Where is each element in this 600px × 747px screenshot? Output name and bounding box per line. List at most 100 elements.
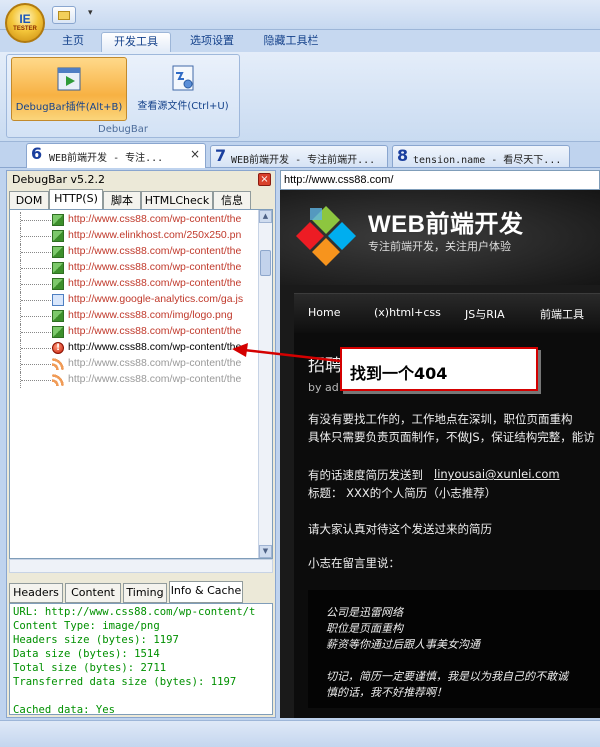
ribbon-tabs: 主页 开发工具 选项设置 隐藏工具栏 [0, 30, 600, 52]
group-label: DebugBar [98, 124, 148, 135]
quote-line: 职位是页面重构 [326, 622, 403, 635]
nav-js-ria[interactable]: JS与RIA [465, 306, 505, 322]
view-source-button[interactable]: 查看源文件(Ctrl+U) [131, 57, 235, 121]
tree-connector [20, 260, 51, 276]
info-line: Transferred data size (bytes): 1197 [13, 676, 237, 688]
close-icon[interactable]: × [258, 173, 271, 186]
request-url: http://www.css88.com/wp-content/the [68, 213, 242, 225]
request-row[interactable]: http://www.css88.com/wp-content/the [10, 244, 260, 260]
request-row[interactable]: http://www.css88.com/wp-content/the [10, 372, 260, 388]
tree-connector [20, 276, 51, 292]
request-row[interactable]: http://www.elinkhost.com/250x250.pn [10, 228, 260, 244]
tab-number: 7 [215, 146, 227, 165]
tab-timing[interactable]: Timing [123, 583, 167, 603]
article-byline: by ad [308, 381, 339, 394]
request-row[interactable]: http://www.css88.com/wp-content/the [10, 356, 260, 372]
ie-tester-logo-text: IE [19, 11, 31, 26]
paragraph: 小志在留言里说： [308, 556, 400, 570]
quote-line: 公司是迅雷网络 [326, 606, 403, 619]
request-url: http://www.css88.com/wp-content/the [68, 341, 242, 353]
tab-htmlcheck[interactable]: HTMLCheck [141, 191, 213, 209]
browser-tab-7[interactable]: 7 WEB前端开发 - 专注前端开... [210, 145, 388, 167]
address-bar[interactable]: http://www.css88.com/ [280, 170, 600, 190]
tree-connector [20, 228, 51, 244]
paragraph: 具体只需要负责页面制作，不做JS，保证结构完整，能访 [308, 430, 595, 444]
image-icon [52, 262, 64, 274]
panel-title: DebugBar v5.2.2 [12, 173, 105, 186]
site-logo-icon [296, 206, 356, 266]
debugbar-group: DebugBar插件(Alt+B) 查看源文件(Ctrl+U) DebugBar [6, 54, 240, 138]
request-row[interactable]: http://www.css88.com/img/logo.png [10, 308, 260, 324]
request-url: http://www.css88.com/wp-content/the [68, 357, 242, 369]
nav-xhtml-css[interactable]: (x)html+css [374, 306, 441, 319]
tab-dom[interactable]: DOM [9, 191, 49, 209]
quote-block: 公司是迅雷网络 职位是页面重构 薪资等你通过后跟人事美女沟通 切记，简历一定要谨… [308, 590, 600, 708]
tab-dev-tools[interactable]: 开发工具 [101, 32, 171, 52]
image-icon [52, 214, 64, 226]
view-source-label: 查看源文件(Ctrl+U) [137, 101, 229, 112]
tree-connector [20, 212, 51, 228]
scroll-up-icon[interactable]: ▲ [259, 210, 272, 223]
tab-http[interactable]: HTTP(S) [49, 189, 103, 209]
script-icon [52, 294, 64, 306]
app-menu-orb-button[interactable]: IE TESTER [5, 3, 45, 43]
quote-line: 切记，简历一定要谨慎，我是以为我自己的不敢诚 [326, 670, 568, 683]
tab-headers[interactable]: Headers [9, 583, 63, 603]
annotation-text: 找到一个404 [350, 364, 448, 383]
horizontal-scrollbar[interactable] [9, 559, 273, 573]
request-url: http://www.css88.com/img/logo.png [68, 309, 233, 321]
info-line: URL: http://www.css88.com/wp-content/t [13, 606, 256, 618]
article-heading[interactable]: 招聘 [308, 351, 342, 376]
request-row[interactable]: http://www.css88.com/wp-content/the [10, 276, 260, 292]
site-nav: Home (x)html+css JS与RIA 前端工具 [294, 293, 600, 333]
request-row[interactable]: http://www.css88.com/wp-content/the [10, 260, 260, 276]
request-row[interactable]: http://www.css88.com/wp-content/the [10, 212, 260, 228]
tab-title: WEB前端开发 - 专注... [49, 153, 164, 164]
browser-tab-8[interactable]: 8 tension.name - 看尽天下... [392, 145, 570, 167]
tab-options[interactable]: 选项设置 [176, 32, 248, 52]
nav-tools[interactable]: 前端工具 [540, 306, 584, 322]
tab-info[interactable]: 信息 [213, 191, 251, 209]
tab-number: 8 [397, 146, 409, 165]
request-url: http://www.css88.com/wp-content/the [68, 245, 242, 257]
image-icon [52, 326, 64, 338]
close-icon[interactable]: × [190, 147, 200, 161]
request-row[interactable]: http://www.css88.com/wp-content/the [10, 324, 260, 340]
debugbar-plugin-button[interactable]: DebugBar插件(Alt+B) [11, 57, 127, 121]
request-row[interactable]: http://www.google-analytics.com/ga.js [10, 292, 260, 308]
tab-title: WEB前端开发 - 专注前端开... [231, 155, 376, 166]
request-url: http://www.css88.com/wp-content/the [68, 261, 242, 273]
nav-home[interactable]: Home [308, 306, 340, 319]
qat-dropdown-icon[interactable]: ▾ [88, 8, 93, 18]
request-url: http://www.elinkhost.com/250x250.pn [68, 229, 242, 241]
email-link[interactable]: linyousai@xunlei.com [434, 467, 560, 481]
error-icon: ! [52, 342, 64, 354]
web-page-view: WEB前端开发 专注前端开发，关注用户体验 Home (x)html+css J… [280, 190, 600, 718]
tab-content[interactable]: Content [65, 583, 121, 603]
vertical-scrollbar[interactable]: ▲ ▼ [258, 210, 272, 558]
scroll-down-icon[interactable]: ▼ [259, 545, 272, 558]
tab-number: 6 [31, 144, 43, 163]
tree-connector [20, 356, 51, 372]
site-header: WEB前端开发 专注前端开发，关注用户体验 [280, 190, 600, 285]
paragraph: 有的话速度简历发送到 [308, 468, 423, 482]
browser-tab-6[interactable]: 6 WEB前端开发 - 专注... × [26, 143, 206, 168]
request-list: http://www.css88.com/wp-content/the http:… [9, 209, 273, 559]
browser-tab-strip: 6 WEB前端开发 - 专注... × 7 WEB前端开发 - 专注前端开...… [0, 142, 600, 168]
tab-script[interactable]: 脚本 [103, 191, 141, 209]
request-url: http://www.google-analytics.com/ga.js [68, 293, 244, 305]
tab-home[interactable]: 主页 [50, 32, 96, 52]
image-icon [52, 230, 64, 242]
info-cache-content: URL: http://www.css88.com/wp-content/t Co… [9, 603, 273, 715]
tab-hide-toolbar[interactable]: 隐藏工具栏 [252, 32, 330, 52]
folder-icon [58, 11, 70, 20]
ie-tester-logo-subtext: TESTER [13, 25, 37, 32]
request-row[interactable]: ! http://www.css88.com/wp-content/the [10, 340, 260, 356]
quick-access-folder-button[interactable] [52, 6, 76, 24]
scroll-thumb[interactable] [260, 250, 271, 276]
tree-connector [20, 372, 51, 388]
tab-info-cache[interactable]: Info & Cache [169, 581, 243, 603]
tree-connector [20, 244, 51, 260]
info-line: Total size (bytes): 2711 [13, 662, 167, 674]
status-bar [0, 720, 600, 747]
